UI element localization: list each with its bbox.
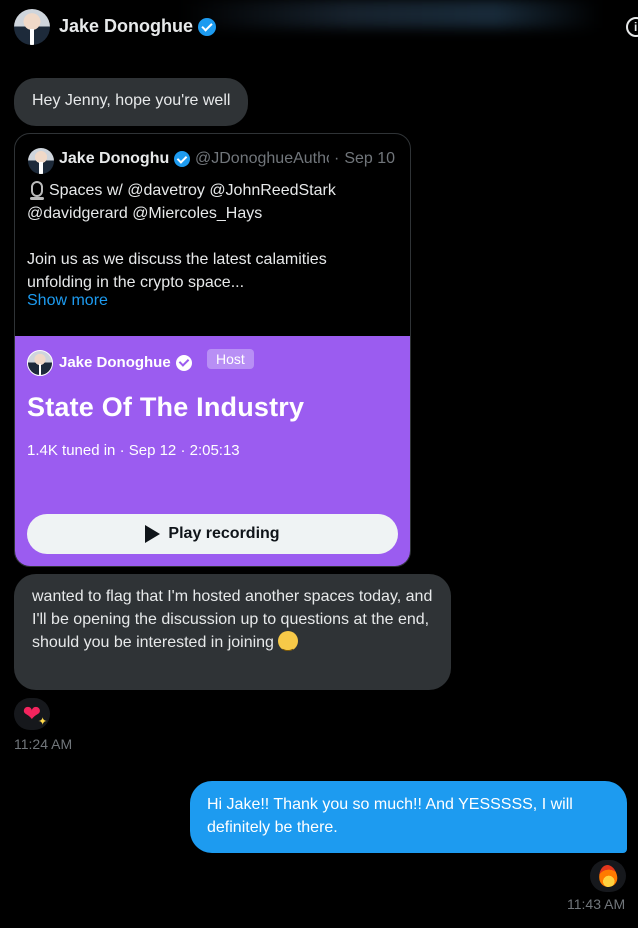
space-host-name: Jake Donoghue [59,354,171,371]
message-timestamp: 11:24 AM [14,736,73,752]
shared-tweet-card[interactable]: Jake Donoghue @JDonoghueAuthor · Sep 10 … [14,133,411,567]
verified-badge-icon [198,17,217,36]
verified-badge-icon [175,354,192,371]
message-timestamp: 11:43 AM [567,896,626,912]
contact-avatar[interactable] [14,9,50,45]
space-title: State Of The Industry [27,392,305,422]
space-host-line: Jake Donoghue [59,354,192,371]
message-bubble-incoming[interactable]: wanted to flag that I'm hosted another s… [14,574,451,690]
contact-name[interactable]: Jake Donoghue [59,16,217,37]
tweet-author-avatar [28,148,54,174]
tweet-date: Sep 10 [344,150,396,167]
conversation-header: Jake Donoghue i [0,0,638,56]
tweet-content: Jake Donoghue @JDonoghueAuthor · Sep 10 … [15,134,410,336]
tweet-author-line: Jake Donoghue @JDonoghueAuthor · Sep 10 [59,150,409,168]
tweet-author-name: Jake Donoghue [59,150,169,167]
tweet-text-line: unfolding in the crypto space... [27,274,245,291]
reaction-sparkling-heart[interactable]: ❤ ✦ [14,698,50,730]
header-backdrop [180,0,600,28]
message-bubble-outgoing[interactable]: Hi Jake!! Thank you so much!! And YESSSS… [190,781,627,853]
smiling-face-emoji-icon [277,631,298,656]
tweet-author-handle: @JDonoghueAuthor [195,150,329,167]
info-icon[interactable]: i [626,17,638,37]
space-host-avatar [27,350,53,376]
sparkling-heart-icon: ❤ ✦ [22,701,48,728]
space-meta: 1.4K tuned in · Sep 12 · 2:05:13 [27,442,240,459]
contact-name-text: Jake Donoghue [59,16,194,36]
tweet-text-line: Join us as we discuss the latest calamit… [27,251,327,268]
microphone-icon [30,181,44,200]
separator-dot: · [334,150,340,167]
host-badge: Host [207,349,254,369]
show-more-link[interactable]: Show more [27,292,108,310]
play-recording-label: Play recording [168,525,280,542]
fire-icon [597,863,619,889]
play-icon [145,525,161,543]
play-recording-button[interactable]: Play recording [27,514,398,554]
reaction-fire[interactable] [590,860,626,892]
tweet-text-line: @davidgerard @Miercoles_Hays [27,205,263,222]
verified-badge-icon [174,151,190,167]
message-text: wanted to flag that I'm hosted another s… [32,588,433,651]
space-card[interactable]: Jake Donoghue Host State Of The Industry… [15,336,410,566]
tweet-text: Spaces w/ @davetroy @JohnReedStark @davi… [27,179,399,294]
tweet-text-line: Spaces w/ @davetroy @JohnReedStark [49,182,336,199]
message-bubble-incoming[interactable]: Hey Jenny, hope you're well [14,78,249,126]
